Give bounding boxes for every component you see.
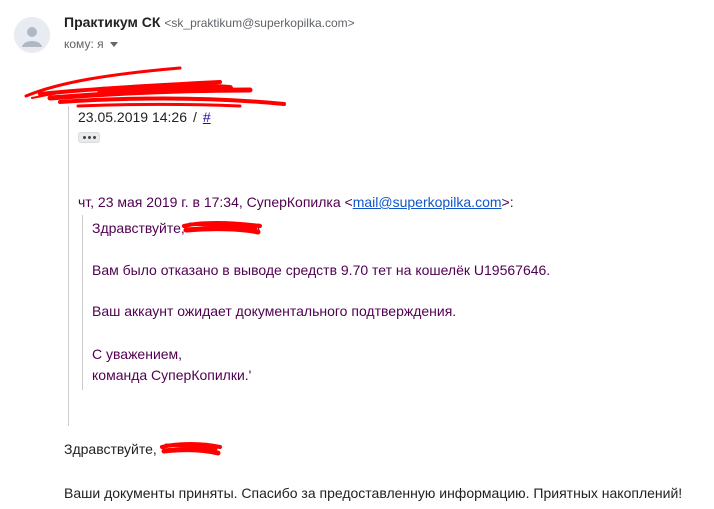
redaction-scribble [160,442,222,456]
show-trimmed-content-button[interactable] [78,132,100,143]
redaction-scribble [182,221,262,235]
reply-greeting: Здравствуйте, [64,441,157,457]
default-avatar-icon [14,17,50,53]
inner-quote-rule [82,215,83,390]
attribution-prefix: чт, 23 мая 2019 г. в 17:34, СуперКопилка… [78,194,353,210]
outer-quote-rule [68,106,69,426]
sender-name[interactable]: Практикум СК [64,14,160,30]
quoted-greeting-start: Здравствуйте, [92,220,185,236]
caret-down-icon[interactable] [109,42,118,47]
quote-link[interactable]: # [203,109,211,125]
quoted-line-2: Ваш аккаунт ожидает документального подт… [92,303,457,319]
quoted-line-4: команда СуперКопилки.' [92,367,252,383]
reply-line-1: Ваши документы приняты. Спасибо за предо… [64,485,683,501]
quote-date: 23.05.2019 14:26 [78,109,187,125]
recipients-dropdown[interactable]: кому: я [64,37,118,51]
sender-line: Практикум СК <sk_praktikum@superkopilka.c… [64,14,355,30]
ellipsis-icon [82,136,86,139]
recipients-label: кому: я [64,37,104,51]
attribution-email-link[interactable]: mail@superkopilka.com [353,194,502,210]
ellipsis-dot [92,136,96,139]
ellipsis-dot [87,136,91,139]
quoted-line-1: Вам было отказано в выводе средств 9.70 … [92,262,551,278]
quote-separator: / [193,109,197,125]
avatar [14,17,50,53]
redaction-scribble [24,66,286,108]
sender-email: <sk_praktikum@superkopilka.com> [164,16,355,30]
quote-meta: 23.05.2019 14:26 / # [78,109,211,125]
quoted-line-3: С уважением, [92,346,183,362]
attribution-suffix: >: [501,194,514,210]
quote-attribution: чт, 23 мая 2019 г. в 17:34, СуперКопилка… [78,194,514,210]
